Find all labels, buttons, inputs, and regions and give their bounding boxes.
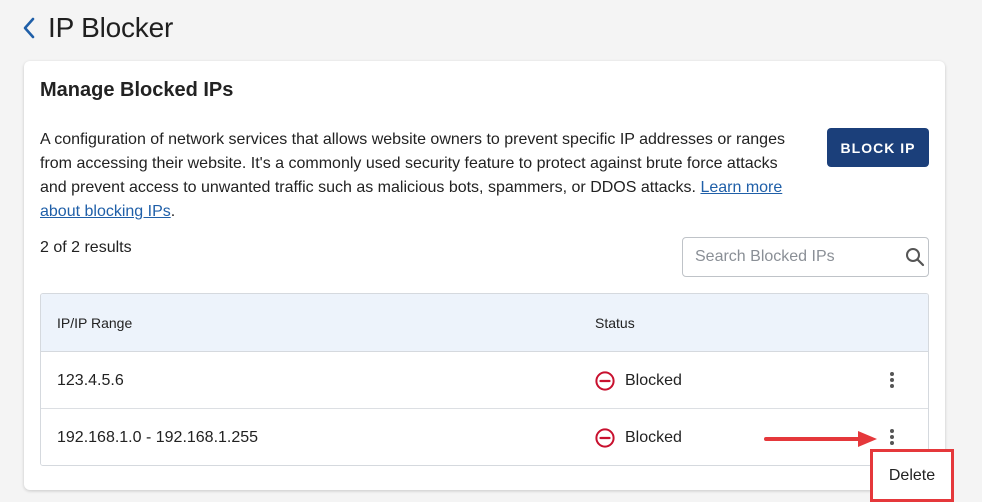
column-header-status: Status	[595, 315, 635, 331]
page-header: IP Blocker	[22, 10, 173, 46]
description-text: A configuration of network services that…	[40, 131, 785, 196]
card-title: Manage Blocked IPs	[40, 79, 234, 101]
search-box	[682, 237, 929, 277]
kebab-menu-icon[interactable]	[881, 366, 903, 394]
result-count: 2 of 2 results	[40, 239, 132, 256]
search-input[interactable]	[683, 238, 902, 276]
annotation-arrow-icon	[764, 431, 877, 447]
chevron-left-icon[interactable]	[22, 16, 38, 40]
block-ip-button[interactable]: BLOCK IP	[827, 128, 929, 167]
delete-menu-item[interactable]: Delete	[870, 449, 954, 502]
column-header-ip: IP/IP Range	[57, 315, 133, 331]
kebab-menu-icon[interactable]	[881, 423, 903, 451]
table-header: IP/IP Range Status	[41, 294, 928, 352]
scrollbar[interactable]	[968, 0, 982, 502]
link-suffix: .	[170, 203, 176, 220]
manage-blocked-ips-card: Manage Blocked IPs A configuration of ne…	[24, 61, 945, 490]
ip-cell: 192.168.1.0 - 192.168.1.255	[57, 428, 259, 446]
card-description: A configuration of network services that…	[40, 128, 790, 224]
status-cell: Blocked	[595, 409, 682, 465]
blocked-circle-icon	[595, 370, 615, 391]
blocked-circle-icon	[595, 427, 615, 448]
page-title: IP Blocker	[48, 12, 174, 43]
table-row: 123.4.5.6 Blocked	[41, 352, 928, 409]
status-label: Blocked	[625, 428, 682, 446]
status-label: Blocked	[625, 371, 682, 389]
search-icon[interactable]	[902, 238, 928, 276]
ip-cell: 123.4.5.6	[57, 371, 124, 389]
status-cell: Blocked	[595, 352, 682, 409]
